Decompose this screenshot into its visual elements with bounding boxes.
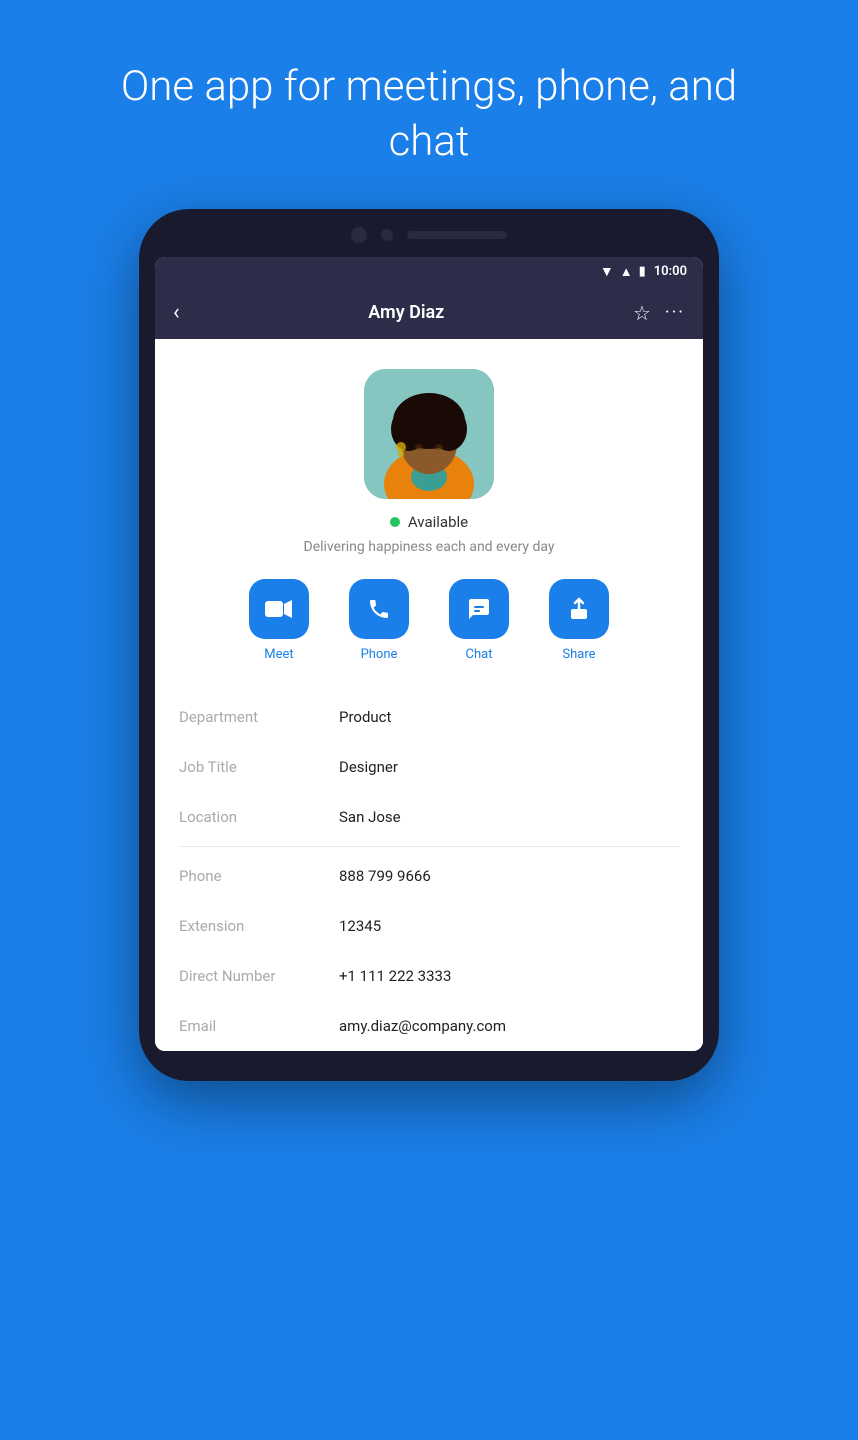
status-icons: ▼ ▲ ▮ (600, 263, 646, 280)
wifi-icon: ▼ (600, 263, 614, 280)
share-label: Share (562, 647, 595, 662)
job-title-value: Designer (339, 758, 398, 776)
header-actions: ☆ ··· (633, 301, 685, 325)
meet-icon-bg (249, 579, 309, 639)
department-row: Department Product (179, 692, 679, 742)
battery-icon: ▮ (639, 264, 646, 279)
share-icon-bg (549, 579, 609, 639)
phone-field-value[interactable]: 888 799 9666 (339, 867, 431, 885)
phone-button[interactable]: Phone (349, 579, 409, 662)
camera-dot (351, 227, 367, 243)
phone-label: Phone (361, 647, 398, 662)
speaker-bar (407, 231, 507, 239)
location-label: Location (179, 808, 339, 826)
phone-icon-bg (349, 579, 409, 639)
phone-row: Phone 888 799 9666 (179, 851, 679, 901)
status-message: Delivering happiness each and every day (304, 539, 555, 555)
job-title-label: Job Title (179, 758, 339, 776)
status-dot (390, 517, 400, 527)
signal-icon: ▲ (620, 264, 633, 280)
location-value: San Jose (339, 808, 401, 826)
job-title-row: Job Title Designer (179, 742, 679, 792)
location-row: Location San Jose (179, 792, 679, 842)
direct-number-row: Direct Number +1 111 222 3333 (179, 951, 679, 1001)
back-button[interactable]: ‹ (173, 300, 180, 325)
chat-label: Chat (466, 647, 493, 662)
contact-name-header: Amy Diaz (368, 302, 444, 323)
app-headline: One app for meetings, phone, and chat (0, 0, 858, 209)
action-buttons-row: Meet Phone (249, 579, 609, 662)
extension-value: 12345 (339, 917, 381, 935)
app-header: ‹ Amy Diaz ☆ ··· (155, 286, 703, 339)
phone-top-hardware (155, 227, 703, 257)
email-label: Email (179, 1017, 339, 1035)
favorite-button[interactable]: ☆ (633, 301, 651, 325)
info-section: Department Product Job Title Designer Lo… (155, 692, 703, 1051)
more-options-button[interactable]: ··· (665, 302, 685, 323)
direct-number-value[interactable]: +1 111 222 3333 (339, 967, 451, 985)
direct-number-label: Direct Number (179, 967, 339, 985)
meet-label: Meet (264, 647, 293, 662)
chat-button[interactable]: Chat (449, 579, 509, 662)
status-label: Available (408, 513, 468, 531)
phone-mockup: ▼ ▲ ▮ 10:00 ‹ Amy Diaz ☆ ··· (139, 209, 719, 1081)
status-time: 10:00 (654, 264, 687, 279)
avatar-image (364, 369, 494, 499)
share-button[interactable]: Share (549, 579, 609, 662)
availability-status: Available (390, 513, 468, 531)
department-value: Product (339, 708, 391, 726)
section-divider (179, 846, 679, 847)
meet-button[interactable]: Meet (249, 579, 309, 662)
status-bar: ▼ ▲ ▮ 10:00 (155, 257, 703, 286)
camera-dot-2 (381, 229, 393, 241)
department-label: Department (179, 708, 339, 726)
extension-row: Extension 12345 (179, 901, 679, 951)
extension-label: Extension (179, 917, 339, 935)
profile-section: Available Delivering happiness each and … (155, 339, 703, 692)
email-row: Email amy.diaz@company.com (179, 1001, 679, 1051)
avatar (364, 369, 494, 499)
phone-field-label: Phone (179, 867, 339, 885)
email-value[interactable]: amy.diaz@company.com (339, 1017, 506, 1035)
phone-screen: ▼ ▲ ▮ 10:00 ‹ Amy Diaz ☆ ··· (155, 257, 703, 1051)
chat-icon-bg (449, 579, 509, 639)
